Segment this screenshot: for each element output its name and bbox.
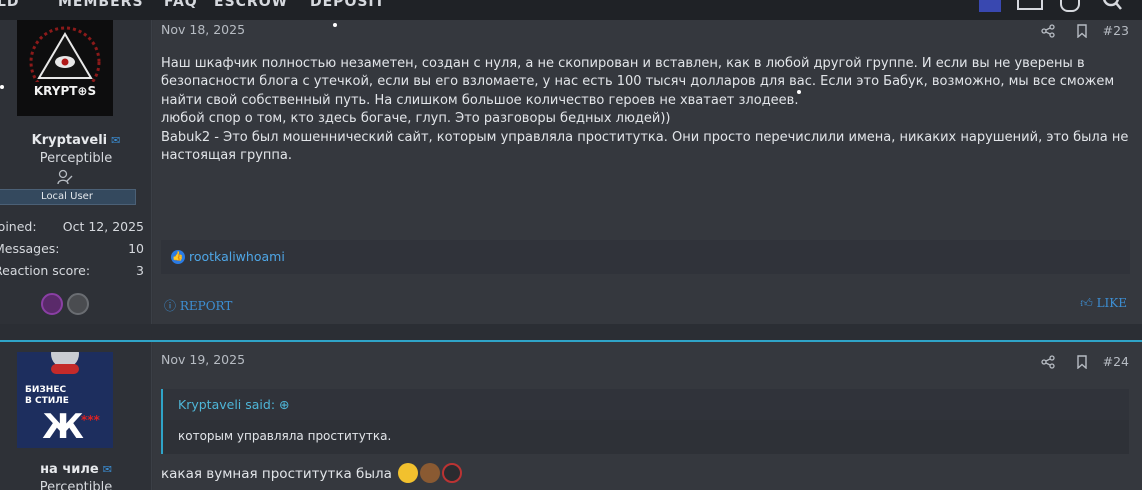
lock-trophy-icon[interactable] <box>67 293 89 315</box>
user-info-panel: KRYPT⊕S Kryptaveli ✉ Perceptible Local Us… <box>0 20 152 324</box>
post-paragraph: Babuk2 - Это был мошеннический сайт, кот… <box>161 129 1133 164</box>
svg-text:БИЗНЕС: БИЗНЕС <box>25 385 66 395</box>
verified-icon: ✉ <box>102 463 112 476</box>
bookmark-icon[interactable] <box>1075 23 1089 38</box>
stat-value: Oct 12, 2025 <box>62 219 144 234</box>
jump-to-post-icon: ⊕ <box>279 397 290 412</box>
avatar[interactable]: KRYPT⊕S <box>17 20 113 116</box>
search-icon[interactable] <box>1102 0 1122 10</box>
report-label: REPORT <box>179 299 233 313</box>
trophy-icon[interactable] <box>41 293 63 315</box>
bell-icon[interactable] <box>1060 0 1080 12</box>
quote-header: Kryptaveli said: ⊕ <box>163 389 1129 420</box>
username[interactable]: Kryptaveli ✉ <box>0 133 152 148</box>
inbox-icon[interactable] <box>1017 0 1043 10</box>
post: БИЗНЕС В СТИЛЕ Ж *** на чиле ✉ Perceptibl… <box>0 340 1142 490</box>
stat-label: Reaction score: <box>0 263 91 278</box>
post-content: Nov 18, 2025 #23 Наш шкафчик полностью н… <box>153 20 1142 324</box>
svg-text:Ж: Ж <box>42 407 84 447</box>
post-number[interactable]: #23 <box>1103 23 1129 38</box>
post-paragraph: Наш шкафчик полностью незаметен, создан … <box>161 56 1119 108</box>
like-reaction-icon: 👍 <box>171 250 185 264</box>
username-text[interactable]: на чиле <box>40 462 99 477</box>
like-label: LIKE <box>1096 296 1127 310</box>
verified-icon: ✉ <box>111 134 121 147</box>
stat-label: Joined: <box>0 219 37 234</box>
svg-text:KRYPT⊕S: KRYPT⊕S <box>34 84 96 98</box>
laughing-emoji-icon <box>398 463 419 483</box>
svg-text:В СТИЛЕ: В СТИЛЕ <box>25 396 69 406</box>
top-navigation: LD MEMBERS FAQ ESCROW DEPOSIT <box>0 0 1142 20</box>
post-body: Наш шкафчик полностью незаметен, создан … <box>161 55 1136 165</box>
nav-item-faq[interactable]: FAQ <box>164 0 198 10</box>
post-paragraph: какая вумная проститутка была <box>161 466 392 482</box>
user-rank: Perceptible <box>39 480 113 490</box>
post-tools: #23 <box>1040 23 1129 38</box>
stat-value: 10 <box>128 241 144 256</box>
post-number[interactable]: #24 <box>1103 354 1129 369</box>
quote-author-link[interactable]: Kryptaveli said: ⊕ <box>178 397 290 412</box>
account-icon[interactable] <box>979 0 1001 12</box>
nav-item-escrow[interactable]: ESCROW <box>214 0 288 10</box>
post-date[interactable]: Nov 19, 2025 <box>161 352 245 367</box>
nav-item-members[interactable]: MEMBERS <box>58 0 144 10</box>
reactions-bar: 👍 rootkaliwhoami <box>161 240 1130 274</box>
stat-label: Messages: <box>0 241 60 256</box>
post-paragraph: любой спор о том, кто здесь богаче, глуп… <box>161 111 671 127</box>
reaction-users[interactable]: rootkaliwhoami <box>189 249 285 264</box>
ninja-emoji-icon <box>442 463 463 483</box>
post-body: какая вумная проститутка была <box>161 463 463 483</box>
bookmark-icon[interactable] <box>1075 354 1089 369</box>
post-date[interactable]: Nov 18, 2025 <box>161 22 245 37</box>
cursor-dot <box>0 85 4 89</box>
share-icon[interactable] <box>1040 354 1055 369</box>
post-tools: #24 <box>1040 354 1129 369</box>
post: KRYPT⊕S Kryptaveli ✉ Perceptible Local Us… <box>0 20 1142 324</box>
kryptos-logo: KRYPT⊕S <box>17 20 113 116</box>
user-rank: Perceptible <box>39 151 113 166</box>
poop-emoji-icon <box>420 463 441 483</box>
user-badge-icon <box>57 169 73 185</box>
quote-author: Kryptaveli said: <box>178 397 276 412</box>
username[interactable]: на чиле ✉ <box>0 462 152 477</box>
share-icon[interactable] <box>1040 23 1055 38</box>
thumbs-up-icon: 👍︎ <box>1080 296 1097 310</box>
like-button[interactable]: 👍︎ LIKE <box>1080 296 1127 311</box>
avatar[interactable]: БИЗНЕС В СТИЛЕ Ж *** <box>17 340 113 448</box>
cursor-dot <box>333 23 337 27</box>
book-cover-image: БИЗНЕС В СТИЛЕ Ж *** <box>17 340 113 448</box>
report-button[interactable]: ⓘ REPORT <box>164 297 232 314</box>
user-banner: Local User <box>0 189 136 205</box>
cursor-dot <box>797 90 801 94</box>
post-content: Nov 19, 2025 #24 Kryptaveli said: ⊕ кото… <box>153 342 1142 490</box>
quote-text: которым управляла проститутка. <box>178 429 392 443</box>
quote-block: Kryptaveli said: ⊕ которым управляла про… <box>161 389 1129 454</box>
username-text[interactable]: Kryptaveli <box>32 133 107 148</box>
info-icon: ⓘ <box>164 299 180 313</box>
user-info-panel: БИЗНЕС В СТИЛЕ Ж *** на чиле ✉ Perceptibl… <box>0 340 152 490</box>
svg-text:***: *** <box>81 413 101 427</box>
stat-value: 3 <box>136 263 144 278</box>
nav-item-deposit[interactable]: DEPOSIT <box>310 0 385 10</box>
nav-item-ld[interactable]: LD <box>0 0 20 10</box>
